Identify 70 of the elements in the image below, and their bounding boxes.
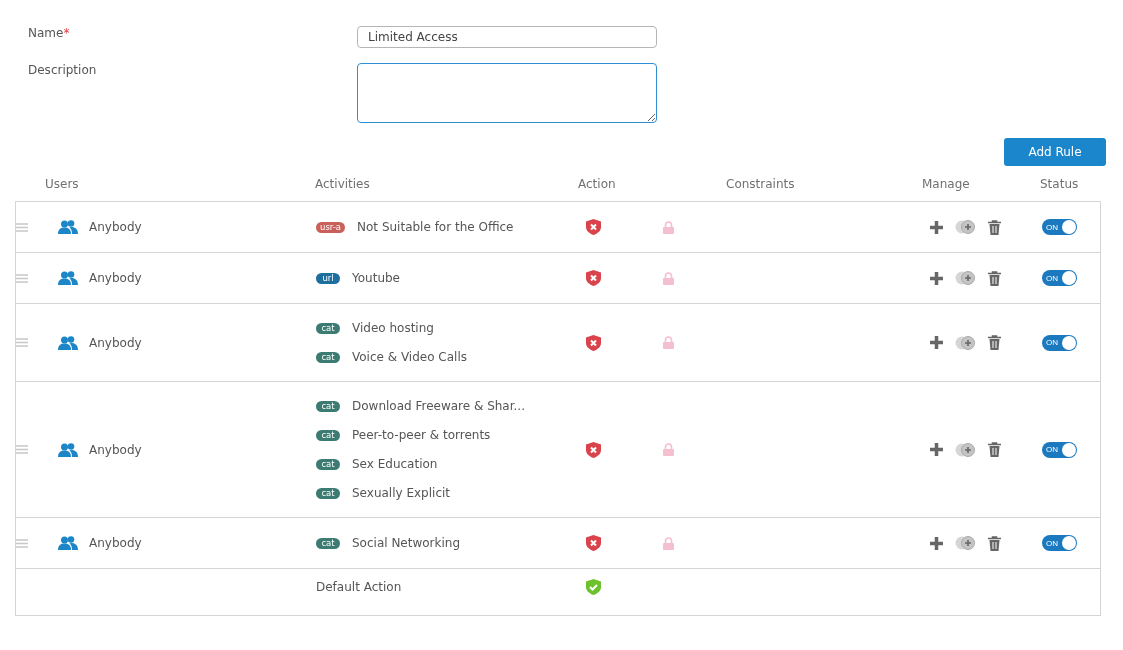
delete-icon[interactable] [988,442,1001,457]
user-name: Anybody [89,536,142,550]
add-icon[interactable] [930,336,943,349]
insert-icon[interactable] [955,442,976,457]
status-toggle[interactable]: ON [1042,270,1077,286]
add-icon[interactable] [930,443,943,456]
lock-icon [663,443,674,456]
users-icon [58,271,78,285]
column-header: Status [1040,176,1080,191]
insert-icon[interactable] [955,335,976,350]
name-label: Name* [27,26,71,40]
users-icon [58,536,78,550]
activity-name: Sex Education [352,457,438,471]
column-header: Action [578,176,617,191]
user-name: Anybody [89,335,142,350]
delete-icon[interactable] [988,535,1001,551]
activity-tag: cat [316,487,340,499]
users-icon [58,335,78,350]
activity-name: Not Suitable for the Office [357,220,514,234]
status-toggle[interactable]: ON [1042,535,1077,551]
insert-icon[interactable] [955,220,976,234]
default-action-label: Default Action [316,580,403,594]
activity-tag: cat [316,458,340,470]
delete-icon[interactable] [988,335,1001,350]
status-toggle[interactable]: ON [1042,334,1077,351]
activity-tag: cat [316,537,340,549]
user-name: Anybody [89,271,142,285]
insert-icon[interactable] [955,536,976,550]
activity-tag: cat [316,351,340,363]
delete-icon[interactable] [988,219,1001,235]
column-header: Constraints [726,176,796,191]
activity-name: Video hosting [352,321,434,335]
lock-icon [663,220,674,234]
activity-tag: usr-a [316,221,346,233]
delete-icon[interactable] [988,270,1001,286]
drag-handle-icon[interactable] [16,538,28,548]
lock-icon [663,336,674,349]
activity-name: Sexually Explicit [352,486,451,500]
description-label: Description [27,63,98,77]
add-icon[interactable] [930,220,943,234]
activity-name: Youtube [352,271,400,285]
user-name: Anybody [89,220,142,234]
column-header: Users [45,176,80,191]
name-field[interactable]: Limited Access [357,26,657,48]
add-icon[interactable] [930,536,943,550]
activity-name: Social Networking [352,536,461,550]
drag-handle-icon[interactable] [16,222,28,232]
status-toggle[interactable]: ON [1042,441,1077,458]
insert-icon[interactable] [955,271,976,285]
add-icon[interactable] [930,271,943,285]
drag-handle-icon[interactable] [16,273,28,283]
drag-handle-icon[interactable] [16,445,28,454]
activity-tag: url [316,272,340,284]
activity-name: Peer-to-peer & torrents [352,428,491,442]
description-field[interactable] [357,63,657,123]
users-icon [58,442,78,457]
user-name: Anybody [89,442,142,457]
activity-name: Voice & Video Calls [352,350,467,364]
activity-name: Download Freeware & Shar... [352,399,525,413]
activity-tag: cat [316,322,340,334]
status-toggle[interactable]: ON [1042,219,1077,235]
activity-tag: cat [316,400,340,412]
activity-tag: cat [316,429,340,441]
column-header: Activities [315,176,371,191]
lock-icon [663,271,674,285]
users-icon [58,220,78,234]
add-rule-button[interactable]: Add Rule [1004,138,1106,166]
column-header: Manage [922,176,971,191]
lock-icon [663,536,674,550]
drag-handle-icon[interactable] [16,338,28,347]
